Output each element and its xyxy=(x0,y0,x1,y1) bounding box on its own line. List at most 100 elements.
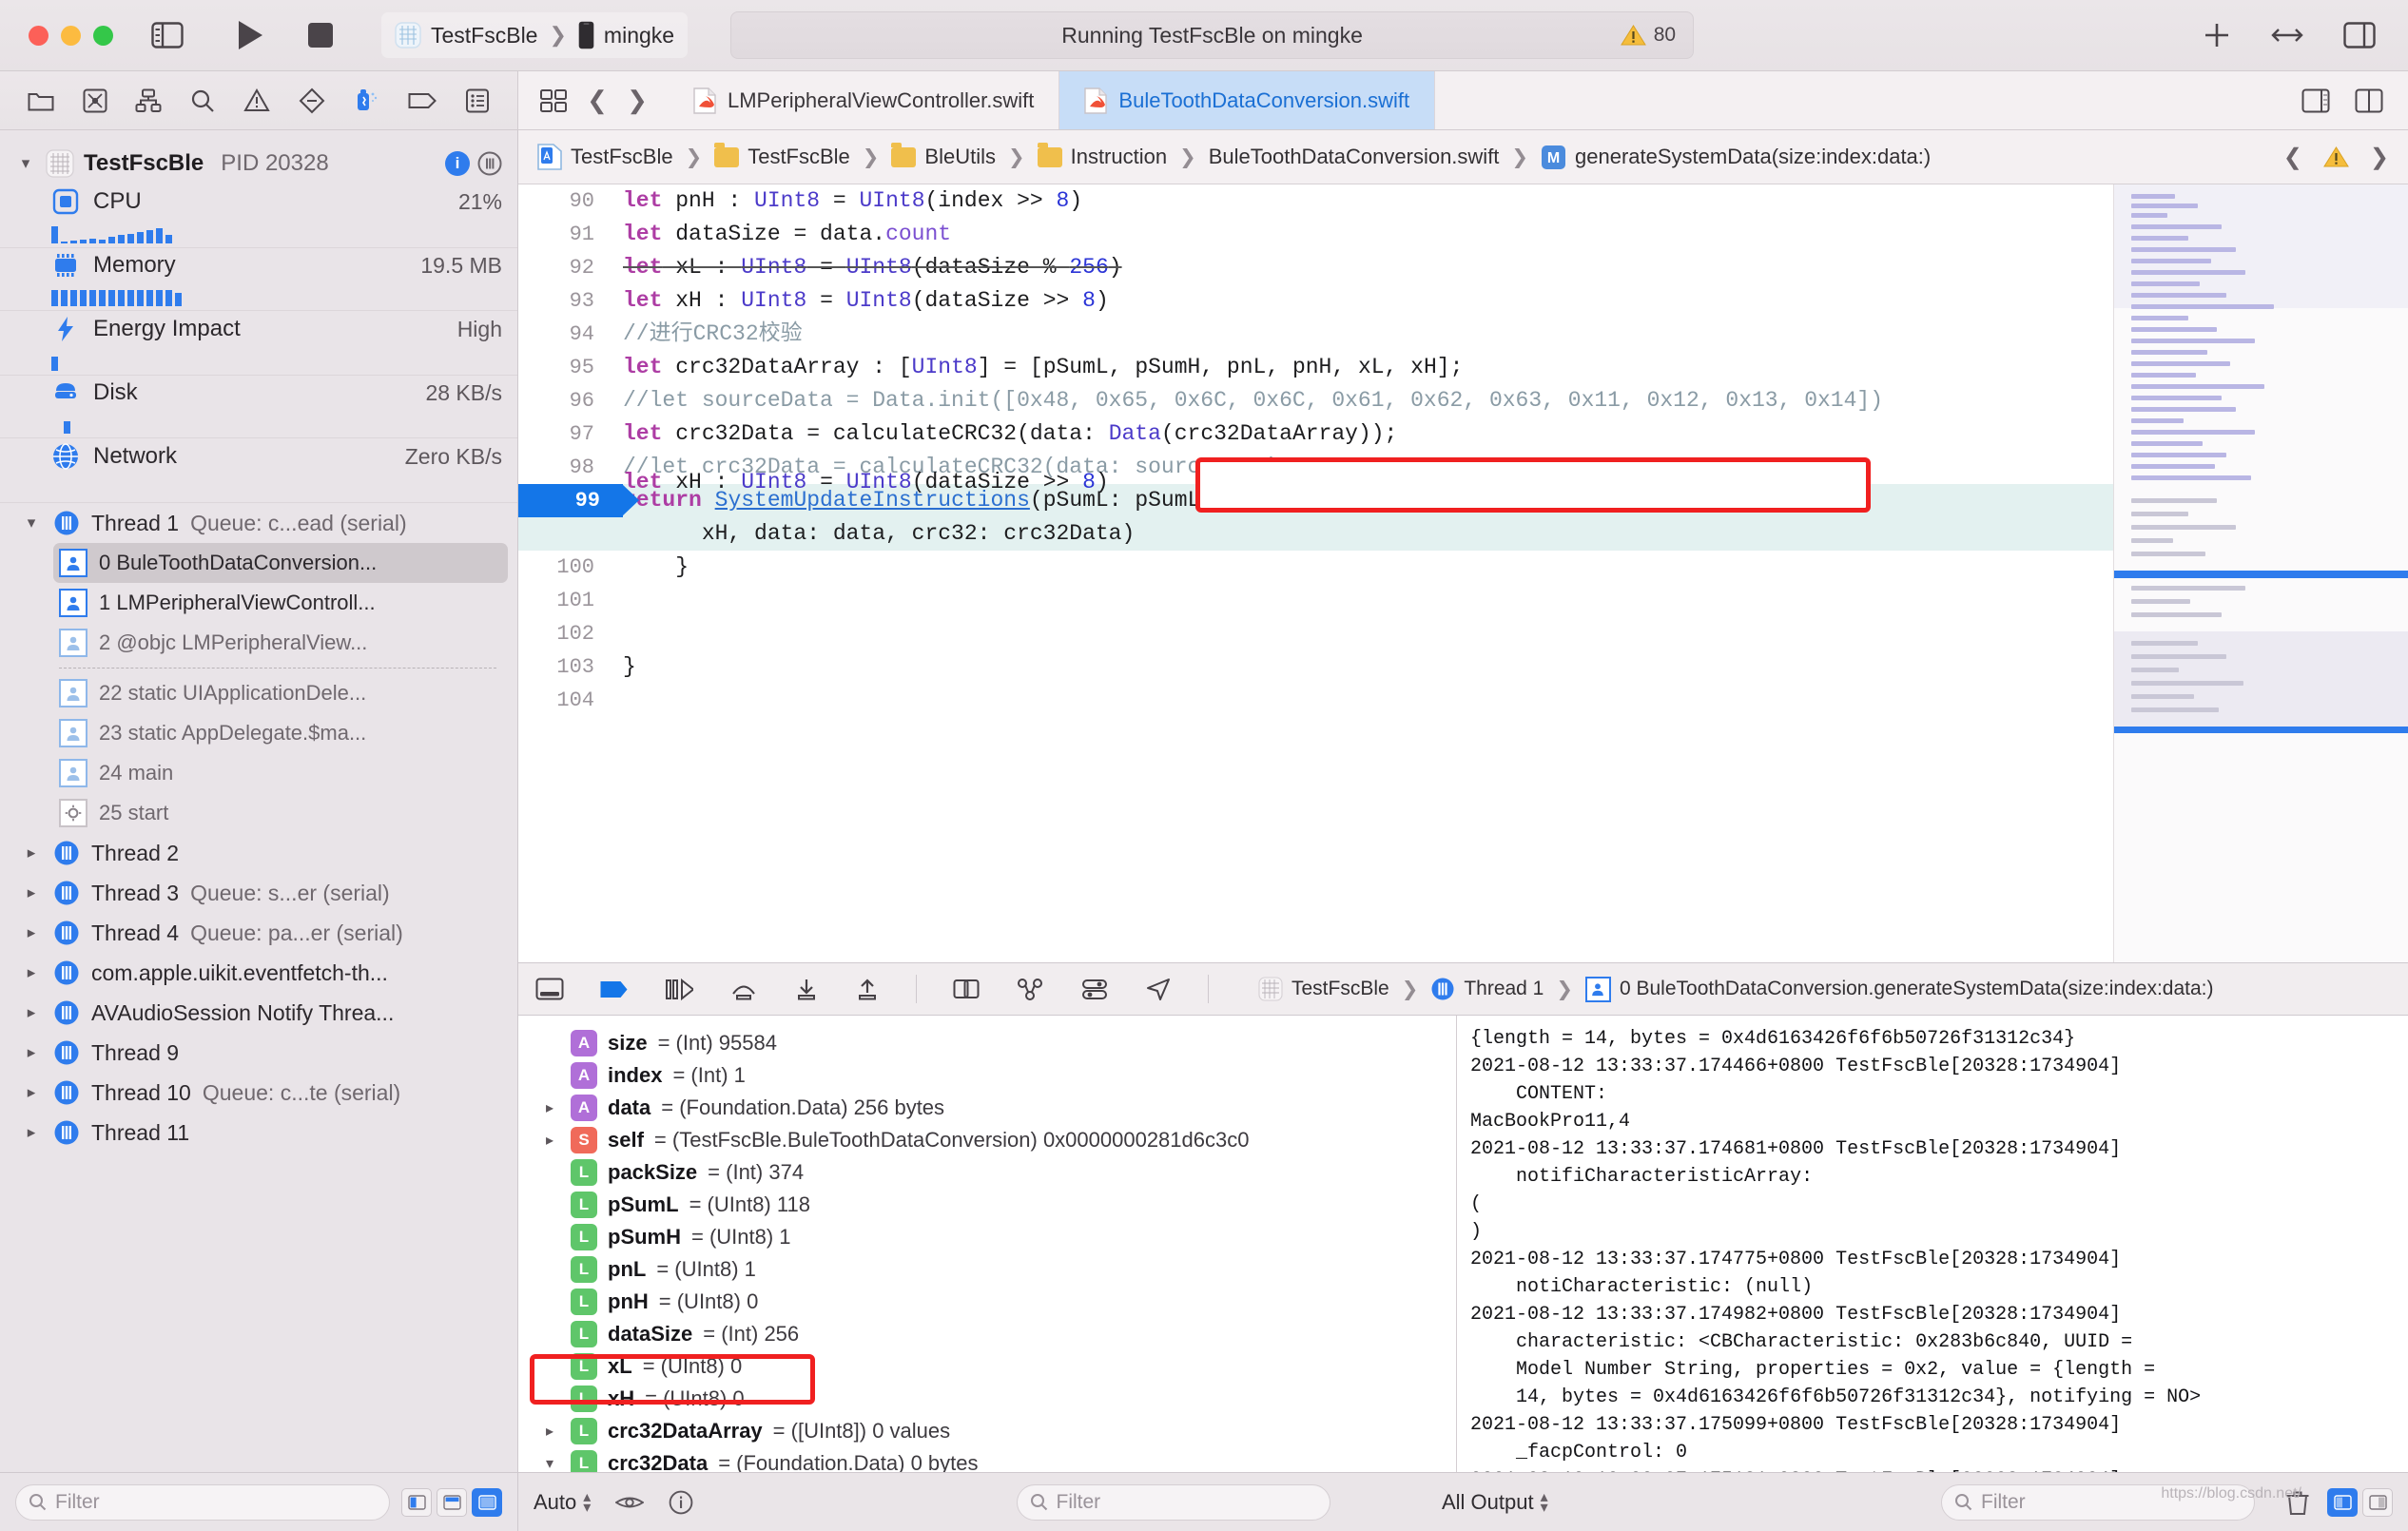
scheme-selector[interactable]: TestFscBle ❯ mingke xyxy=(381,12,689,58)
step-into-icon[interactable] xyxy=(794,978,819,1001)
run-button[interactable] xyxy=(236,19,264,51)
source-editor[interactable]: 90 let pnH : UInt8 = UInt8(index >> 8) 9… xyxy=(518,184,2113,962)
filter-by-queue-button[interactable] xyxy=(437,1487,467,1517)
variable-row[interactable]: ▸ Adata = (Foundation.Data) 256 bytes xyxy=(518,1092,1456,1124)
variable-row[interactable]: LpnH = (UInt8) 0 xyxy=(518,1286,1456,1318)
chevron-right-icon[interactable]: ▸ xyxy=(539,1422,560,1441)
variable-row[interactable]: Asize = (Int) 95584 xyxy=(518,1027,1456,1059)
variable-row[interactable]: ▸ Sself = (TestFscBle.BuleToothDataConver… xyxy=(518,1124,1456,1156)
continue-execution-icon[interactable] xyxy=(665,978,693,1001)
scheme-project[interactable]: TestFscBle xyxy=(395,22,537,48)
debug-view-hierarchy-icon[interactable] xyxy=(953,977,980,1001)
chevron-right-icon[interactable]: ▸ xyxy=(21,1123,42,1142)
variable-row[interactable]: ▾ Lcrc32Data = (Foundation.Data) 0 bytes xyxy=(518,1447,1456,1472)
report-navigator-icon[interactable] xyxy=(465,88,490,113)
previous-issue-icon[interactable]: ❮ xyxy=(2283,144,2302,171)
toggle-inspector-icon[interactable] xyxy=(2343,22,2376,48)
warning-indicator[interactable]: 80 xyxy=(1620,24,1676,47)
go-back-button[interactable]: ❮ xyxy=(577,86,617,115)
chevron-right-icon[interactable]: ▸ xyxy=(21,1083,42,1102)
thread-row-2[interactable]: ▸ Thread 2 xyxy=(0,833,517,873)
variable-row[interactable]: Aindex = (Int) 1 xyxy=(518,1059,1456,1092)
symbol-navigator-icon[interactable] xyxy=(135,88,162,113)
filter-source-only-button[interactable] xyxy=(472,1487,502,1517)
console-output[interactable]: {length = 14, bytes = 0x4d6163426f6f6b50… xyxy=(1457,1016,2408,1472)
show-variables-view-button[interactable] xyxy=(2327,1487,2358,1517)
search-navigator-icon[interactable] xyxy=(190,88,215,113)
variables-view[interactable]: Asize = (Int) 95584 Aindex = (Int) 1 ▸ Ad… xyxy=(518,1016,1457,1472)
chevron-right-icon[interactable]: ▸ xyxy=(21,883,42,902)
source-control-navigator-icon[interactable] xyxy=(83,88,107,113)
thread-row-avaudio[interactable]: ▸ AVAudioSession Notify Threa... xyxy=(0,993,517,1033)
chevron-right-icon[interactable]: ▸ xyxy=(21,963,42,982)
chevron-right-icon[interactable]: ▸ xyxy=(21,1003,42,1022)
deactivate-breakpoints-icon[interactable] xyxy=(600,979,629,999)
debug-memory-graph-icon[interactable] xyxy=(1016,977,1044,1001)
stack-frame-1[interactable]: 1 LMPeripheralViewControll... xyxy=(0,583,517,623)
gauge-energy-impact[interactable]: Energy Impact High xyxy=(0,311,517,376)
split-editor-icon[interactable] xyxy=(2355,88,2383,113)
console-output-popup[interactable]: All Output ▴ ▾ xyxy=(1442,1489,1548,1515)
navigator-filter-input[interactable]: Filter xyxy=(15,1483,390,1521)
variables-scope-popup[interactable]: Auto ▴ ▾ xyxy=(534,1489,591,1515)
environment-overrides-icon[interactable] xyxy=(1080,977,1109,1001)
variable-row-xh[interactable]: LxH = (UInt8) 0 xyxy=(518,1383,1456,1415)
stack-frame-2[interactable]: 2 @objc LMPeripheralView... xyxy=(0,623,517,663)
editor-minimap[interactable] xyxy=(2113,184,2408,962)
hide-minimap-icon[interactable] xyxy=(2301,88,2330,113)
warning-triangle-icon[interactable] xyxy=(2322,145,2349,168)
stack-frame-23[interactable]: 23 static AppDelegate.$ma... xyxy=(0,713,517,753)
stop-button[interactable] xyxy=(307,22,334,48)
hide-debug-area-icon[interactable] xyxy=(535,978,564,1000)
variable-row[interactable]: LpSumH = (UInt8) 1 xyxy=(518,1221,1456,1253)
scheme-device[interactable]: mingke xyxy=(578,21,674,49)
process-row[interactable]: ▾ TestFscBle PID 20328 i xyxy=(0,144,517,184)
debug-crumb-frame[interactable]: 0 BuleToothDataConversion.generateSystem… xyxy=(1584,976,2214,1002)
pause-icon[interactable] xyxy=(477,151,502,176)
chevron-right-icon[interactable]: ▸ xyxy=(539,1131,560,1150)
editor-options-icon[interactable] xyxy=(530,87,577,114)
step-out-icon[interactable] xyxy=(855,978,880,1001)
project-navigator-icon[interactable] xyxy=(28,89,54,112)
thread-row-9[interactable]: ▸ Thread 9 xyxy=(0,1033,517,1073)
watch-expression-icon[interactable] xyxy=(615,1493,645,1512)
minimize-window-button[interactable] xyxy=(61,25,81,46)
stack-frame-24[interactable]: 24 main xyxy=(0,753,517,793)
variable-row[interactable]: LpackSize = (Int) 374 xyxy=(518,1156,1456,1189)
variable-row[interactable]: LpSumL = (UInt8) 118 xyxy=(518,1189,1456,1221)
chevron-down-icon[interactable]: ▾ xyxy=(21,514,42,533)
close-window-button[interactable] xyxy=(29,25,49,46)
tab-buletoothdataconversion[interactable]: BuleToothDataConversion.swift xyxy=(1059,71,1436,129)
variable-row[interactable]: LdataSize = (Int) 256 xyxy=(518,1318,1456,1350)
chevron-right-icon[interactable]: ▸ xyxy=(539,1098,560,1117)
zoom-window-button[interactable] xyxy=(93,25,113,46)
variable-row[interactable]: ▸ Lcrc32DataArray = ([UInt8]) 0 values xyxy=(518,1415,1456,1447)
variable-row[interactable]: LxL = (UInt8) 0 xyxy=(518,1350,1456,1383)
breadcrumb-folder-2[interactable]: BleUtils xyxy=(891,142,996,169)
chevron-down-icon[interactable]: ▾ xyxy=(15,154,36,173)
thread-row-eventfetch[interactable]: ▸ com.apple.uikit.eventfetch-th... xyxy=(0,953,517,993)
gauge-disk[interactable]: Disk 28 KB/s xyxy=(0,376,517,438)
chevron-right-icon[interactable]: ▸ xyxy=(21,1043,42,1062)
debug-crumb-process[interactable]: TestFscBle xyxy=(1258,977,1389,1001)
breadcrumb-project[interactable]: TestFscBle xyxy=(537,144,673,170)
show-console-view-button[interactable] xyxy=(2362,1487,2393,1517)
gauge-cpu[interactable]: CPU 21% xyxy=(0,184,517,248)
thread-row-4[interactable]: ▸ Thread 4 Queue: pa...er (serial) xyxy=(0,913,517,953)
chevron-right-icon[interactable]: ▸ xyxy=(21,843,42,862)
gauge-network[interactable]: Network Zero KB/s xyxy=(0,438,517,503)
next-issue-icon[interactable]: ❯ xyxy=(2370,144,2389,171)
breadcrumb-folder-1[interactable]: TestFscBle xyxy=(714,142,850,169)
filter-by-thread-button[interactable] xyxy=(401,1487,432,1517)
thread-row-10[interactable]: ▸ Thread 10 Queue: c...te (serial) xyxy=(0,1073,517,1113)
thread-row-3[interactable]: ▸ Thread 3 Queue: s...er (serial) xyxy=(0,873,517,913)
chevron-down-icon[interactable]: ▾ xyxy=(539,1454,560,1472)
console-filter-input[interactable]: Filter xyxy=(1941,1483,2255,1521)
stack-frame-0[interactable]: 0 BuleToothDataConversion... xyxy=(53,543,508,583)
gauge-memory[interactable]: Memory 19.5 MB xyxy=(0,248,517,311)
variables-filter-input[interactable]: Filter xyxy=(1016,1483,1330,1521)
info-icon[interactable]: i xyxy=(445,151,470,176)
test-navigator-icon[interactable] xyxy=(299,87,325,114)
breadcrumb-symbol[interactable]: M generateSystemData(size:index:data:) xyxy=(1541,145,1931,170)
tab-lmperipheralviewcontroller[interactable]: LMPeripheralViewController.swift xyxy=(669,71,1060,129)
